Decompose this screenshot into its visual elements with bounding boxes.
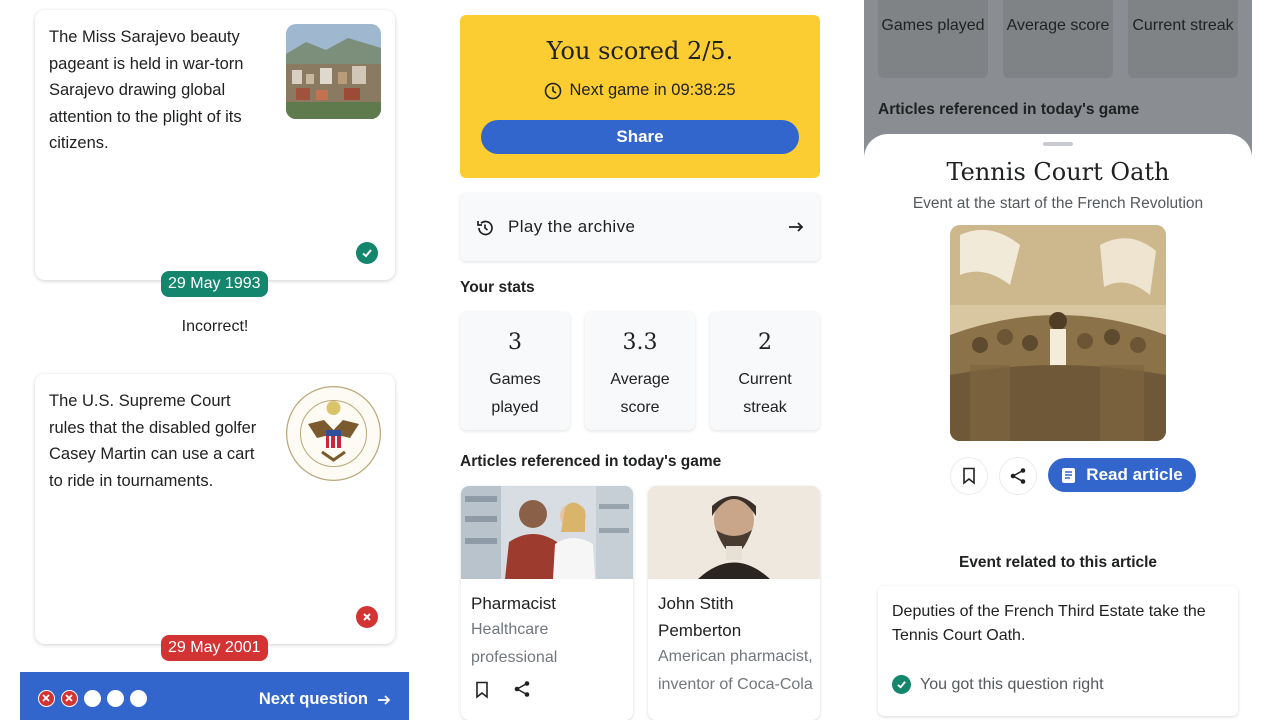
result-text: You got this question right <box>920 675 1104 693</box>
article-title: Tennis Court Oath <box>946 158 1170 186</box>
read-article-label: Read article <box>1086 465 1183 484</box>
event-card-1[interactable]: The Miss Sarajevo beauty pageant is held… <box>35 10 395 280</box>
archive-label: Play the archive <box>508 217 636 236</box>
pemberton-portrait <box>648 486 820 579</box>
arrow-right-icon <box>789 222 804 232</box>
next-game-timer: Next game in 09:38:25 <box>460 81 820 100</box>
stats-heading: Your stats <box>460 279 535 296</box>
clock-icon <box>545 82 562 99</box>
score-title: You scored 2/5. <box>546 37 734 65</box>
bg-stat-current-streak: Current streak <box>1128 0 1238 78</box>
play-archive-button[interactable]: Play the archive <box>460 193 820 261</box>
bg-stat-games-played: Games played <box>878 0 988 78</box>
article-icon <box>1062 467 1076 483</box>
tennis-court-oath-painting <box>950 225 1166 441</box>
stat-current-streak: 2 Current streak <box>710 312 820 430</box>
close-icon <box>356 606 378 628</box>
stat-value: 2 <box>758 330 772 355</box>
next-game-label: Next game in 09:38:25 <box>569 81 736 99</box>
progress-dot-wrong <box>38 690 55 707</box>
share-button[interactable]: Share <box>481 120 799 154</box>
stat-value: 3 <box>508 330 522 355</box>
progress-dot-pending <box>84 690 101 707</box>
supreme-court-seal <box>286 386 381 481</box>
bookmark-icon <box>963 467 975 485</box>
article-title: John Stith Pemberton <box>658 594 742 640</box>
date-badge-incorrect: 29 May 2001 <box>161 635 268 661</box>
article-description: American pharmacist, inventor of Coca-Co… <box>658 648 813 693</box>
stat-label: Average score <box>610 371 670 416</box>
article-panel: Games played Average score Current strea… <box>864 0 1252 720</box>
bg-stat-average-score: Average score <box>1003 0 1113 78</box>
next-question-button[interactable]: Next question <box>259 690 392 709</box>
stat-games-played: 3 Games played <box>460 312 570 430</box>
share-icon[interactable] <box>513 680 531 698</box>
stat-average-score: 3.3 Average score <box>585 312 695 430</box>
read-article-button[interactable]: Read article <box>1048 458 1196 492</box>
event-card-text: The Miss Sarajevo beauty pageant is held… <box>49 28 244 152</box>
articles-heading: Articles referenced in today's game <box>460 453 722 470</box>
check-icon <box>356 242 378 264</box>
sarajevo-photo <box>286 24 381 119</box>
arrow-right-icon <box>378 694 391 705</box>
article-title: Pharmacist <box>471 594 557 613</box>
bookmark-icon[interactable] <box>475 681 489 699</box>
article-card-pharmacist[interactable]: Pharmacist Healthcare professional <box>461 486 633 720</box>
related-event-text: Deputies of the French Third Estate take… <box>892 603 1206 644</box>
article-description: Healthcare professional <box>471 621 558 666</box>
pharmacist-photo <box>461 486 633 579</box>
history-icon <box>477 220 493 236</box>
progress-dot-wrong <box>61 690 78 707</box>
progress-dot-pending <box>107 690 124 707</box>
event-card-2[interactable]: The U.S. Supreme Court rules that the di… <box>35 374 395 644</box>
share-icon <box>1010 468 1026 484</box>
stat-label: Games played <box>489 371 541 416</box>
progress-dot-pending <box>130 690 147 707</box>
check-icon <box>892 675 911 694</box>
result-row: You got this question right <box>892 675 1104 694</box>
stat-value: 3.3 <box>622 330 658 355</box>
article-card-pemberton[interactable]: John Stith Pemberton American pharmacist… <box>648 486 820 720</box>
share-button[interactable] <box>999 457 1037 495</box>
drag-handle[interactable] <box>1043 142 1073 146</box>
quiz-panel: The Miss Sarajevo beauty pageant is held… <box>20 0 410 720</box>
stat-label: Current streak <box>738 371 792 416</box>
related-event-card: Deputies of the French Third Estate take… <box>878 586 1238 716</box>
bookmark-button[interactable] <box>950 457 988 495</box>
next-question-label: Next question <box>258 690 368 708</box>
results-panel: You scored 2/5. Next game in 09:38:25 Sh… <box>450 0 830 720</box>
date-badge-correct: 29 May 1993 <box>161 271 268 297</box>
bg-articles-heading: Articles referenced in today's game <box>878 101 1140 118</box>
event-heading: Event related to this article <box>958 554 1158 571</box>
article-bottom-sheet: Tennis Court Oath Event at the start of … <box>864 134 1252 720</box>
article-subtitle: Event at the start of the French Revolut… <box>912 195 1204 212</box>
score-box: You scored 2/5. Next game in 09:38:25 Sh… <box>460 15 820 178</box>
event-card-text: The U.S. Supreme Court rules that the di… <box>49 392 257 490</box>
feedback-text: Incorrect! <box>181 318 249 335</box>
